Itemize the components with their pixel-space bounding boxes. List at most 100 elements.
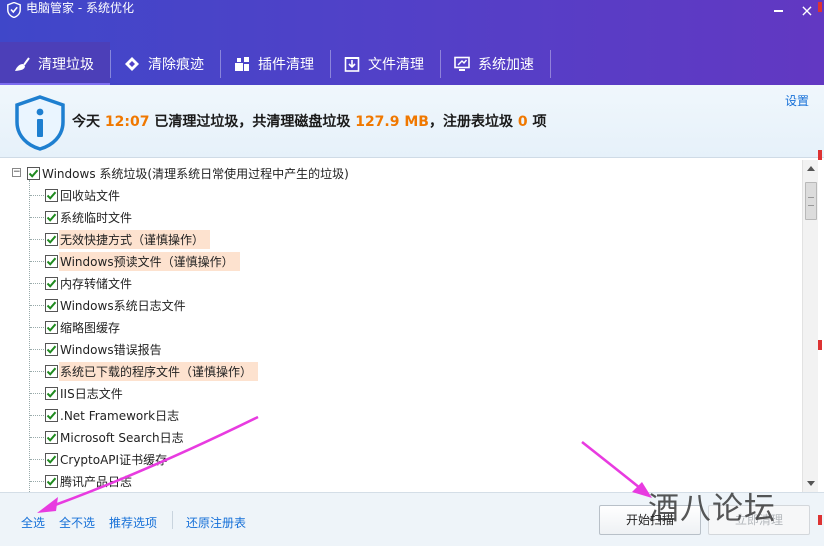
checkbox-checked-icon[interactable]: [45, 452, 58, 466]
select-all-link[interactable]: 全选: [21, 514, 45, 531]
checkbox-checked-icon[interactable]: [45, 408, 58, 422]
tree-item-label: .Net Framework日志: [60, 408, 180, 423]
tab-file-clean[interactable]: 文件清理: [330, 42, 440, 85]
tree-item[interactable]: 系统临时文件: [45, 207, 132, 227]
tab-divider: [550, 50, 551, 78]
tab-clear-traces[interactable]: 清除痕迹: [110, 42, 220, 85]
clean-now-button[interactable]: 立即清理: [708, 505, 810, 535]
checkbox-checked-icon[interactable]: [45, 232, 58, 246]
checkbox-checked-icon[interactable]: [45, 210, 58, 224]
checkbox-checked-icon[interactable]: [27, 166, 40, 180]
summary-text: 已清理过垃圾，共清理磁盘垃圾: [149, 114, 356, 130]
tree-connector: [30, 437, 44, 438]
tab-label: 插件清理: [258, 56, 314, 73]
settings-link[interactable]: 设置: [785, 92, 809, 109]
tree-connector: [30, 217, 44, 218]
registry-count: 0: [517, 114, 528, 130]
checkbox-checked-icon[interactable]: [45, 320, 58, 334]
app-logo-icon: [7, 2, 21, 18]
tree-connector: [30, 239, 44, 240]
checkbox-checked-icon[interactable]: [45, 188, 58, 202]
file-box-icon: [344, 56, 360, 72]
tab-plugin-clean[interactable]: 插件清理: [220, 42, 330, 85]
vertical-scrollbar[interactable]: [802, 160, 818, 492]
tree-connector: [30, 481, 44, 482]
tree-item[interactable]: Windows预读文件（谨慎操作）: [45, 251, 240, 271]
title-bar: 电脑管家 - 系统优化 ×: [0, 0, 824, 28]
tree-item-label: Windows错误报告: [60, 342, 162, 357]
tree-item[interactable]: 内存转储文件: [45, 273, 132, 293]
tree-connector: [30, 349, 44, 350]
tree-item-label: 系统临时文件: [60, 210, 133, 225]
tree-item[interactable]: 无效快捷方式（谨慎操作）: [45, 229, 211, 249]
edge-artifact: [818, 150, 822, 160]
last-clean-time: 12:07: [104, 114, 150, 130]
tree-connector: [30, 195, 44, 196]
checkbox-checked-icon[interactable]: [45, 430, 58, 444]
checkbox-checked-icon[interactable]: [45, 386, 58, 400]
tree-item[interactable]: Windows错误报告: [45, 339, 162, 359]
tree-connector: [30, 327, 44, 328]
edge-artifact: [818, 340, 822, 350]
checkbox-checked-icon[interactable]: [45, 254, 58, 268]
scroll-down-arrow-icon[interactable]: [803, 475, 819, 492]
start-scan-button[interactable]: 开始扫描: [599, 505, 701, 535]
minimize-button[interactable]: [766, 2, 790, 16]
recommended-options-link[interactable]: 推荐选项: [109, 514, 157, 531]
tree-connector: [30, 371, 44, 372]
tree-item-label: 回收站文件: [60, 188, 121, 203]
tree-connector: [30, 261, 44, 262]
tree-item[interactable]: Microsoft Search日志: [45, 427, 184, 447]
junk-category-tree: − Windows 系统垃圾(清理系统日常使用过程中产生的垃圾) 回收站文件系统…: [0, 159, 818, 492]
scroll-thumb[interactable]: [805, 182, 817, 220]
tab-label: 清除痕迹: [148, 56, 204, 73]
tree-item-label: 内存转储文件: [60, 276, 133, 291]
tree-item[interactable]: IIS日志文件: [45, 383, 123, 403]
tab-label: 清理垃圾: [38, 56, 94, 73]
tab-system-speedup[interactable]: 系统加速: [440, 42, 550, 85]
tree-item[interactable]: 回收站文件: [45, 185, 120, 205]
close-button[interactable]: ×: [794, 0, 820, 22]
scroll-up-arrow-icon[interactable]: [803, 160, 819, 177]
checkbox-checked-icon[interactable]: [45, 364, 58, 378]
footer-divider: [172, 511, 173, 529]
edge-artifact: [818, 515, 822, 525]
tree-item[interactable]: 系统已下载的程序文件（谨慎操作）: [45, 361, 259, 381]
summary-suffix: 项: [527, 114, 547, 130]
tree-item[interactable]: CryptoAPI证书缓存: [45, 449, 167, 469]
tree-item[interactable]: Windows系统日志文件: [45, 295, 186, 315]
broom-icon: [15, 56, 30, 71]
collapse-toggle[interactable]: −: [12, 168, 21, 177]
tree-connector: [30, 415, 44, 416]
tree-item[interactable]: 缩略图缓存: [45, 317, 120, 337]
tree-item-label: 腾讯产品日志: [60, 474, 133, 489]
select-none-link[interactable]: 全不选: [59, 514, 95, 531]
checkbox-checked-icon[interactable]: [45, 342, 58, 356]
tree-item-label: Windows系统日志文件: [60, 298, 186, 313]
edge-artifact: [818, 2, 822, 12]
tree-item-label: IIS日志文件: [60, 386, 123, 401]
checkbox-checked-icon[interactable]: [45, 298, 58, 312]
checkbox-checked-icon[interactable]: [45, 474, 58, 488]
tree-connector: [30, 459, 44, 460]
summary-prefix: 今天: [72, 114, 105, 130]
tree-item[interactable]: 腾讯产品日志: [45, 471, 132, 491]
cleanup-summary: 今天 12:07 已清理过垃圾，共清理磁盘垃圾 127.9 MB，注册表垃圾 0…: [72, 111, 546, 131]
tree-item-label: CryptoAPI证书缓存: [60, 452, 168, 467]
summary-text: ，注册表垃圾: [428, 114, 518, 130]
tree-root-label: Windows 系统垃圾(清理系统日常使用过程中产生的垃圾): [42, 166, 349, 181]
tree-root-item[interactable]: Windows 系统垃圾(清理系统日常使用过程中产生的垃圾): [27, 163, 349, 183]
tree-item-label: 缩略图缓存: [60, 320, 121, 335]
tree-item-label-warning: 无效快捷方式（谨慎操作）: [59, 229, 211, 249]
checkbox-checked-icon[interactable]: [45, 276, 58, 290]
tree-connector: [30, 283, 44, 284]
app-window: 电脑管家 - 系统优化 × 清理垃圾 清除痕迹 插件清理 文件清理 系统加速 今…: [0, 0, 824, 546]
cleaned-size: 127.9 MB: [355, 114, 429, 130]
restore-registry-link[interactable]: 还原注册表: [186, 514, 246, 531]
tree-item[interactable]: .Net Framework日志: [45, 405, 179, 425]
tree-connector: [30, 393, 44, 394]
tab-clean-junk[interactable]: 清理垃圾: [0, 42, 110, 85]
tree-item-label-warning: 系统已下载的程序文件（谨慎操作）: [59, 361, 259, 381]
tree-item-label-warning: Windows预读文件（谨慎操作）: [59, 251, 240, 271]
info-shield-icon: [15, 95, 65, 151]
